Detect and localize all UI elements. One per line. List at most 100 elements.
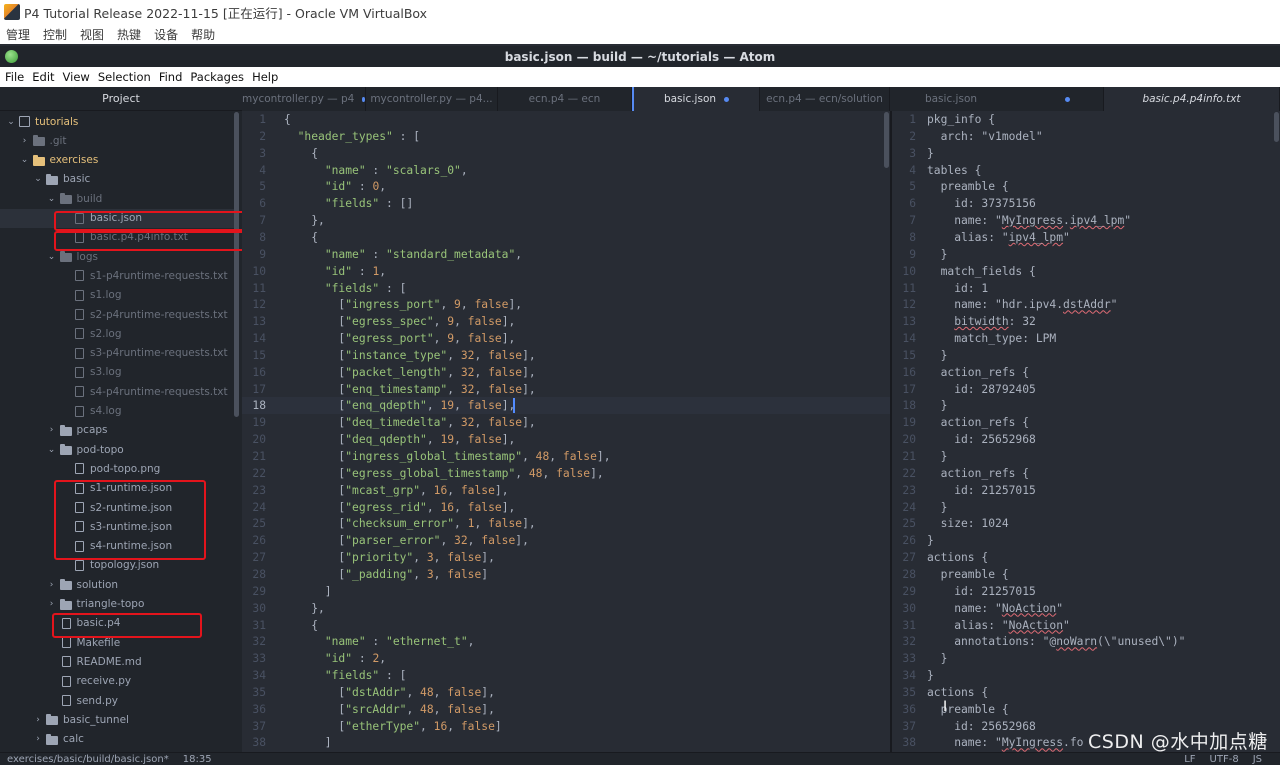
tree-file-item[interactable]: s3-p4runtime-requests.txt: [0, 344, 234, 363]
tree-file-item[interactable]: send.py: [0, 691, 234, 710]
vbox-menu-hotkeys[interactable]: 热键: [117, 26, 141, 43]
status-encoding[interactable]: UTF-8: [1210, 754, 1239, 765]
code-line[interactable]: 33 "id" : 2,: [242, 650, 890, 667]
tree-folder-item[interactable]: ⌄ basic: [0, 170, 234, 189]
tree-file-item[interactable]: s1.log: [0, 286, 234, 305]
tab-basic-p4info[interactable]: basic.p4.p4info.txt: [1104, 87, 1280, 111]
chevron-right-icon[interactable]: ›: [33, 715, 43, 725]
code-line[interactable]: 25 size: 1024: [892, 515, 1280, 532]
tree-file-item[interactable]: topology.json: [0, 556, 234, 575]
code-line[interactable]: 31 alias: "NoAction": [892, 617, 1280, 634]
tab-ecn-p4-solution[interactable]: ecn.p4 — ecn/solution: [760, 87, 890, 111]
code-line[interactable]: 15 }: [892, 347, 1280, 364]
code-line[interactable]: 9 "name" : "standard_metadata",: [242, 246, 890, 263]
code-line[interactable]: 14 match_type: LPM: [892, 330, 1280, 347]
menu-edit[interactable]: Edit: [32, 70, 54, 84]
code-line[interactable]: 37 ["etherType", 16, false]: [242, 718, 890, 735]
menu-find[interactable]: Find: [159, 70, 183, 84]
code-line[interactable]: 17 id: 28792405: [892, 381, 1280, 398]
editor-pane-p4info[interactable]: 1 pkg_info {2 arch: "v1model" 3} 4 tables {5…: [892, 111, 1280, 752]
tree-folder-item[interactable]: › pcaps: [0, 421, 234, 440]
tree-file-item[interactable]: s2.log: [0, 324, 234, 343]
code-line[interactable]: 33 }: [892, 650, 1280, 667]
status-grammar[interactable]: JS: [1253, 754, 1262, 765]
editor-scrollbar-right[interactable]: [1274, 112, 1279, 142]
code-line[interactable]: 26}: [892, 532, 1280, 549]
tree-file-item[interactable]: pod-topo.png: [0, 459, 234, 478]
code-line[interactable]: 36 ["srcAddr", 48, false],: [242, 701, 890, 718]
tree-file-item[interactable]: s4-p4runtime-requests.txt: [0, 382, 234, 401]
code-line[interactable]: 2 arch: "v1model": [892, 128, 1280, 145]
code-line[interactable]: 18 ["enq_qdepth", 19, false],: [242, 397, 890, 415]
tree-file-item[interactable]: basic.json: [0, 208, 234, 228]
vbox-menu-devices[interactable]: 设备: [154, 26, 178, 43]
chevron-right-icon[interactable]: ›: [47, 599, 57, 609]
code-line[interactable]: 11 "fields" : [: [242, 280, 890, 297]
code-line[interactable]: 32 annotations: "@noWarn(\"unused\")": [892, 633, 1280, 650]
tree-file-item[interactable]: s1-p4runtime-requests.txt: [0, 266, 234, 285]
code-line[interactable]: 22 ["egress_global_timestamp", 48, false…: [242, 465, 890, 482]
tree-folder-item[interactable]: ⌄ pod-topo: [0, 440, 234, 459]
code-line[interactable]: 10 match_fields {: [892, 263, 1280, 280]
vbox-menu-manage[interactable]: 管理: [6, 26, 30, 43]
code-line[interactable]: 28 ["_padding", 3, false]: [242, 566, 890, 583]
chevron-down-icon[interactable]: ⌄: [33, 174, 43, 184]
code-line[interactable]: 2 "header_types" : [: [242, 128, 890, 145]
code-line[interactable]: 5 preamble {: [892, 178, 1280, 195]
code-line[interactable]: 8 alias: "ipv4_lpm": [892, 229, 1280, 246]
tab-basic-json-left[interactable]: basic.json: [632, 87, 760, 111]
editor-scrollbar-left[interactable]: [884, 112, 889, 168]
tree-file-item[interactable]: Makefile: [0, 633, 234, 652]
code-line[interactable]: 24 }: [892, 499, 1280, 516]
tree-folder-item[interactable]: › .git: [0, 131, 234, 150]
code-line[interactable]: 38 ]: [242, 734, 890, 751]
code-line[interactable]: 13 ["egress_spec", 9, false],: [242, 313, 890, 330]
code-line[interactable]: 23 ["mcast_grp", 16, false],: [242, 482, 890, 499]
tree-scrollbar[interactable]: [234, 112, 239, 417]
code-line[interactable]: 30 name: "NoAction": [892, 600, 1280, 617]
menu-selection[interactable]: Selection: [98, 70, 151, 84]
code-line[interactable]: 3 {: [242, 145, 890, 162]
code-line[interactable]: 6 "fields" : []: [242, 195, 890, 212]
code-line[interactable]: 21 ["ingress_global_timestamp", 48, fals…: [242, 448, 890, 465]
code-line[interactable]: 7 },: [242, 212, 890, 229]
menu-file[interactable]: File: [5, 70, 24, 84]
menu-view[interactable]: View: [63, 70, 90, 84]
tree-folder-item[interactable]: › calc: [0, 730, 234, 749]
code-line[interactable]: 9 }: [892, 246, 1280, 263]
code-line[interactable]: 27 actions {: [892, 549, 1280, 566]
chevron-down-icon[interactable]: ⌄: [47, 252, 57, 262]
code-line[interactable]: 34 "fields" : [: [242, 667, 890, 684]
code-line[interactable]: 23 id: 21257015: [892, 482, 1280, 499]
code-line[interactable]: 29 id: 21257015: [892, 583, 1280, 600]
code-line[interactable]: 15 ["instance_type", 32, false],: [242, 347, 890, 364]
tree-file-item[interactable]: basic.p4: [0, 614, 234, 633]
code-line[interactable]: 22 action_refs {: [892, 465, 1280, 482]
code-line[interactable]: 16 ["packet_length", 32, false],: [242, 364, 890, 381]
code-line[interactable]: 8 {: [242, 229, 890, 246]
tree-folder-item[interactable]: ⌄ logs: [0, 247, 234, 266]
tree-file-item[interactable]: s1-runtime.json: [0, 479, 234, 498]
code-line[interactable]: 29 ]: [242, 583, 890, 600]
tab-mycontroller-p4[interactable]: mycontroller.py — p4: [242, 87, 366, 111]
code-line[interactable]: 36 preamble {: [892, 701, 1280, 718]
tree-file-item[interactable]: README.md: [0, 652, 234, 671]
chevron-right-icon[interactable]: ›: [47, 580, 57, 590]
code-line[interactable]: 30 },: [242, 600, 890, 617]
code-line[interactable]: 5 "id" : 0,: [242, 178, 890, 195]
vbox-menu-help[interactable]: 帮助: [191, 26, 215, 43]
code-line[interactable]: 20 ["deq_qdepth", 19, false],: [242, 431, 890, 448]
code-line[interactable]: 3}: [892, 145, 1280, 162]
chevron-right-icon[interactable]: ›: [33, 734, 43, 744]
editor-pane-basic-json[interactable]: 1{2 "header_types" : [3 {4 "name" : "sca…: [242, 111, 890, 752]
code-line[interactable]: 17 ["enq_timestamp", 32, false],: [242, 381, 890, 398]
code-line[interactable]: 25 ["checksum_error", 1, false],: [242, 515, 890, 532]
code-line[interactable]: 4 tables {: [892, 162, 1280, 179]
code-line[interactable]: 34}: [892, 667, 1280, 684]
menu-help[interactable]: Help: [252, 70, 278, 84]
code-line[interactable]: 26 ["parser_error", 32, false],: [242, 532, 890, 549]
code-line[interactable]: 35 ["dstAddr", 48, false],: [242, 684, 890, 701]
vbox-menu-control[interactable]: 控制: [43, 26, 67, 43]
chevron-down-icon[interactable]: ⌄: [6, 117, 16, 127]
code-line[interactable]: 7 name: "MyIngress.ipv4_lpm": [892, 212, 1280, 229]
